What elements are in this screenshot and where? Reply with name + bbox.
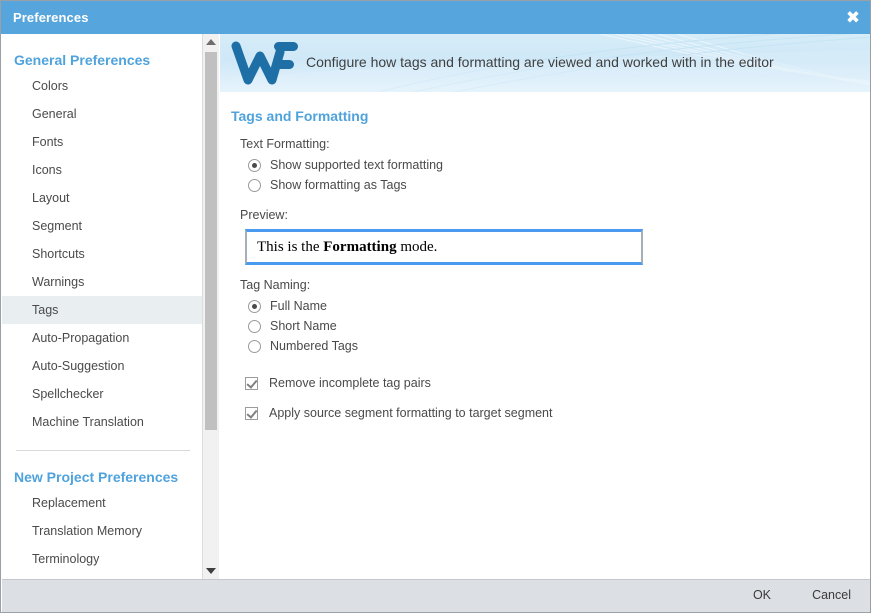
ok-button[interactable]: OK <box>753 588 771 602</box>
checkbox-remove-incomplete-tag-pairs[interactable]: Remove incomplete tag pairs <box>245 376 870 390</box>
sidebar-item-tags[interactable]: Tags <box>2 296 202 324</box>
radio-label: Show supported text formatting <box>270 158 443 172</box>
scroll-up-icon[interactable] <box>203 34 219 50</box>
tag-naming-label: Tag Naming: <box>240 278 870 292</box>
sidebar-item-icons[interactable]: Icons <box>2 156 202 184</box>
sidebar-item-warnings[interactable]: Warnings <box>2 268 202 296</box>
sidebar-item-spellchecker[interactable]: Spellchecker <box>2 380 202 408</box>
preferences-dialog: Preferences ✖ General Preferences Colors… <box>0 0 871 613</box>
sidebar-item-segment[interactable]: Segment <box>2 212 202 240</box>
close-icon[interactable]: ✖ <box>840 5 866 31</box>
sidebar-section-title-new-project: New Project Preferences <box>2 465 202 489</box>
scroll-down-icon[interactable] <box>203 563 219 579</box>
banner-description: Configure how tags and formatting are vi… <box>306 54 774 70</box>
preferences-sidebar: General Preferences Colors General Fonts… <box>2 34 203 579</box>
radio-numbered-tags[interactable]: Numbered Tags <box>248 339 870 353</box>
checkbox-icon-checked[interactable] <box>245 407 258 420</box>
checkbox-icon-checked[interactable] <box>245 377 258 390</box>
sidebar-item-fonts[interactable]: Fonts <box>2 128 202 156</box>
page-title: Tags and Formatting <box>231 108 870 124</box>
checkbox-label: Remove incomplete tag pairs <box>269 376 431 390</box>
radio-label: Numbered Tags <box>270 339 358 353</box>
checkbox-label: Apply source segment formatting to targe… <box>269 406 552 420</box>
preview-text-after: mode. <box>397 239 438 255</box>
preview-label: Preview: <box>240 208 870 222</box>
sidebar-section-title-general: General Preferences <box>2 48 202 72</box>
cancel-button[interactable]: Cancel <box>812 588 851 602</box>
wf-logo-icon <box>230 36 302 90</box>
checkbox-apply-source-segment-formatting[interactable]: Apply source segment formatting to targe… <box>245 406 870 420</box>
sidebar-scrollbar[interactable] <box>202 34 219 579</box>
radio-show-supported-text-formatting[interactable]: Show supported text formatting <box>248 158 870 172</box>
text-formatting-label: Text Formatting: <box>240 137 870 151</box>
preview-text-before: This is the <box>257 239 323 255</box>
sidebar-item-layout[interactable]: Layout <box>2 184 202 212</box>
radio-full-name[interactable]: Full Name <box>248 299 870 313</box>
sidebar-item-auto-suggestion[interactable]: Auto-Suggestion <box>2 352 202 380</box>
radio-icon[interactable] <box>248 320 261 333</box>
radio-label: Show formatting as Tags <box>270 178 407 192</box>
sidebar-item-translation-memory[interactable]: Translation Memory <box>2 517 202 545</box>
radio-icon-selected[interactable] <box>248 300 261 313</box>
dialog-footer: OK Cancel <box>2 579 871 613</box>
radio-icon-selected[interactable] <box>248 159 261 172</box>
sidebar-item-machine-translation[interactable]: Machine Translation <box>2 408 202 436</box>
sidebar-item-shortcuts[interactable]: Shortcuts <box>2 240 202 268</box>
radio-short-name[interactable]: Short Name <box>248 319 870 333</box>
sidebar-divider <box>16 450 190 451</box>
radio-label: Short Name <box>270 319 337 333</box>
preferences-content: Configure how tags and formatting are vi… <box>220 34 870 579</box>
scrollbar-thumb[interactable] <box>205 52 217 430</box>
sidebar-item-general[interactable]: General <box>2 100 202 128</box>
sidebar-item-auto-propagation[interactable]: Auto-Propagation <box>2 324 202 352</box>
radio-label: Full Name <box>270 299 327 313</box>
content-banner: Configure how tags and formatting are vi… <box>220 34 870 92</box>
preview-text-bold: Formatting <box>323 239 396 255</box>
sidebar-item-colors[interactable]: Colors <box>2 72 202 100</box>
radio-icon[interactable] <box>248 179 261 192</box>
dialog-title: Preferences <box>13 10 89 25</box>
preview-box: This is the Formatting mode. <box>245 229 643 265</box>
sidebar-item-replacement[interactable]: Replacement <box>2 489 202 517</box>
preview-text: This is the Formatting mode. <box>257 239 437 256</box>
radio-show-formatting-as-tags[interactable]: Show formatting as Tags <box>248 178 870 192</box>
sidebar-item-terminology[interactable]: Terminology <box>2 545 202 573</box>
dialog-titlebar: Preferences ✖ <box>1 1 871 34</box>
radio-icon[interactable] <box>248 340 261 353</box>
